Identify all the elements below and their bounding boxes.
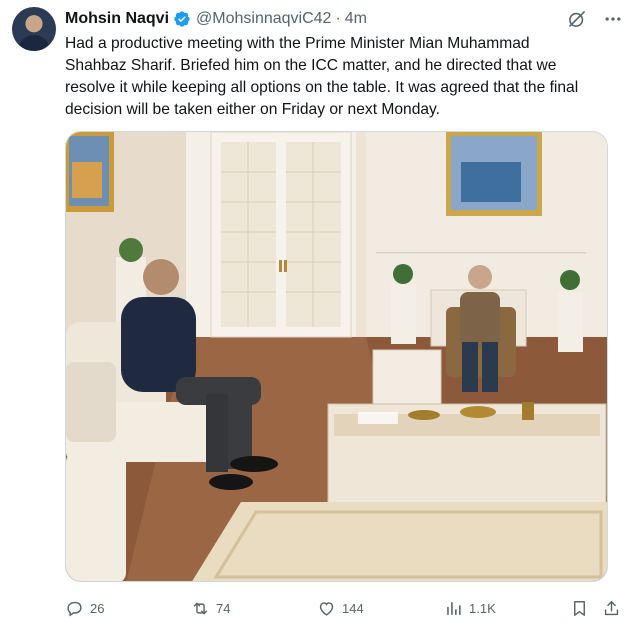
reply-icon [67,601,82,617]
tweet-timestamp[interactable]: 4m [345,10,367,28]
tweet-header: Mohsin Naqvi @MohsinnaqviC42 · 4m [65,8,367,30]
views-chart-icon [447,601,461,615]
like-count: 144 [342,600,364,616]
heart-icon [319,601,334,616]
share-icon [604,600,619,615]
tweet-photo[interactable] [65,131,608,582]
tweet-text: Had a productive meeting with the Prime … [65,35,579,118]
reply-button[interactable]: 26 [65,596,104,620]
more-options-icon[interactable] [602,8,624,30]
reply-count: 26 [90,600,105,616]
grok-icon[interactable] [566,8,588,30]
views-button[interactable]: 1.1K [444,596,496,620]
tweet-actions: 26 74 144 1.1K [65,596,625,620]
tweet-top-icons [566,8,624,30]
repost-icon [193,602,208,614]
repost-count: 74 [216,600,231,616]
share-button[interactable] [602,596,621,620]
author-avatar[interactable] [12,7,56,51]
like-button[interactable]: 144 [317,596,364,620]
verified-badge-icon [173,10,191,28]
repost-button[interactable]: 74 [191,596,230,620]
bookmark-icon [574,600,585,616]
author-name[interactable]: Mohsin Naqvi [65,10,169,28]
header-separator: · [335,10,341,27]
bookmark-button[interactable] [570,596,589,620]
views-count: 1.1K [469,600,496,616]
meeting-room-image [66,132,607,581]
author-handle[interactable]: @MohsinnaqviC42 [196,10,331,28]
